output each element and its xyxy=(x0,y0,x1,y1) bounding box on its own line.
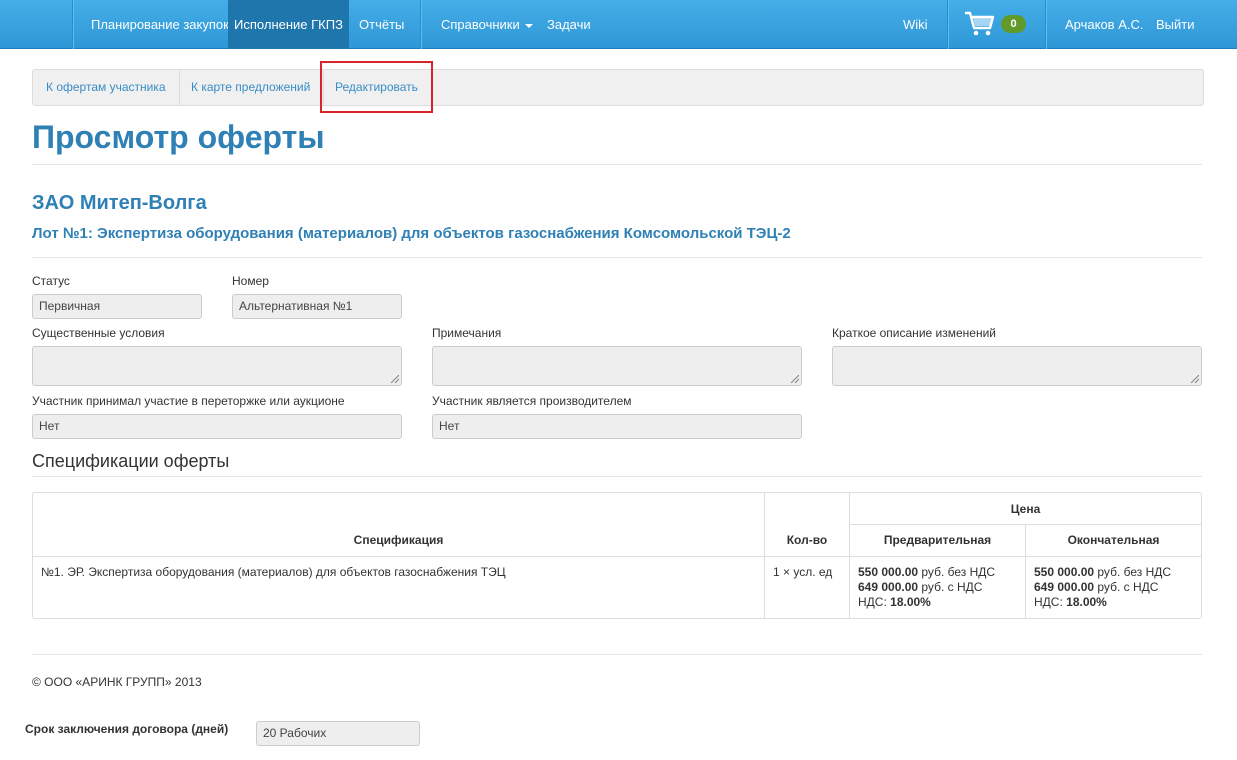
nav-divider xyxy=(1045,0,1046,49)
caret-down-icon xyxy=(524,23,533,28)
conditions-textarea[interactable] xyxy=(32,346,402,386)
cart-icon xyxy=(965,11,995,36)
auction-field[interactable]: Нет xyxy=(32,414,402,439)
preliminary-vat-label: НДС: xyxy=(858,595,891,609)
final-vat-label: НДС: xyxy=(1034,595,1067,609)
spec-section-title: Спецификации оферты xyxy=(32,451,230,471)
final-gross-amount: 649 000.00 xyxy=(1034,580,1095,594)
changes-textarea[interactable] xyxy=(832,346,1202,386)
spec-table: Спецификация Кол-во Цена Предварительная… xyxy=(32,492,1202,619)
col-header-qty: Кол-во xyxy=(786,533,828,547)
producer-label: Участник является производителем xyxy=(432,394,632,408)
number-field[interactable]: Альтернативная №1 xyxy=(232,294,402,319)
col-header-final: Окончательная xyxy=(1067,533,1160,547)
col-header-spec: Спецификация xyxy=(353,533,444,547)
col-header-preliminary: Предварительная xyxy=(883,533,992,547)
number-label: Номер xyxy=(232,274,269,288)
contract-term-label: Срок заключения договора (дней) xyxy=(25,722,229,736)
nav-divider xyxy=(947,0,948,49)
page-title: Просмотр оферты xyxy=(32,119,325,155)
divider xyxy=(32,164,1202,165)
notes-label: Примечания xyxy=(432,326,502,340)
table-grid-line xyxy=(33,556,1201,557)
nav-item-references-label: Справочники xyxy=(441,17,520,32)
producer-field[interactable]: Нет xyxy=(432,414,802,439)
final-price-cell: 550 000.00 руб. без НДС 649 000.00 руб. … xyxy=(1034,565,1199,610)
notes-textarea[interactable] xyxy=(432,346,802,386)
divider xyxy=(32,476,1202,477)
preliminary-gross-amount: 649 000.00 xyxy=(858,580,919,594)
status-label: Статус xyxy=(32,274,70,288)
cart-button[interactable] xyxy=(964,0,998,49)
preliminary-gross-suffix: руб. с НДС xyxy=(918,580,983,594)
top-navbar: Планирование закупок Исполнение ГКПЗ Отч… xyxy=(0,0,1237,49)
cart-count-badge: 0 xyxy=(1001,15,1026,33)
nav-divider xyxy=(420,0,421,49)
preliminary-net-amount: 550 000.00 xyxy=(858,565,919,579)
final-net-amount: 550 000.00 xyxy=(1034,565,1095,579)
status-field[interactable]: Первичная xyxy=(32,294,202,319)
logout-link[interactable]: Выйти xyxy=(1156,0,1195,49)
nav-item-tasks[interactable]: Задачи xyxy=(547,0,591,49)
divider xyxy=(32,257,1202,258)
footer-copyright: © ООО «АРИНК ГРУПП» 2013 xyxy=(32,675,202,689)
col-header-price: Цена xyxy=(1010,502,1041,516)
spec-cell: №1. ЭР. Экспертиза оборудования (материа… xyxy=(41,565,506,579)
changes-label: Краткое описание изменений xyxy=(832,326,996,340)
contract-term-field[interactable]: 20 Рабочих xyxy=(256,721,420,746)
nav-item-references-dropdown[interactable]: Справочники xyxy=(441,0,533,49)
auction-label: Участник принимал участие в переторжке и… xyxy=(32,394,345,408)
qty-cell: 1 × усл. ед xyxy=(773,565,833,579)
nav-item-wiki[interactable]: Wiki xyxy=(903,0,928,49)
nav-item-reports[interactable]: Отчёты xyxy=(359,0,404,49)
final-net-suffix: руб. без НДС xyxy=(1094,565,1172,579)
nav-item-planning[interactable]: Планирование закупок xyxy=(91,0,229,49)
resize-grip-icon[interactable] xyxy=(791,375,799,383)
final-gross-suffix: руб. с НДС xyxy=(1094,580,1159,594)
edit-highlight-frame xyxy=(320,61,433,113)
company-name: ЗАО Митеп-Волга xyxy=(32,192,207,214)
tab-back-to-participant-offers[interactable]: К офертам участника xyxy=(33,70,180,105)
conditions-label: Существенные условия xyxy=(32,326,165,340)
lot-title: Лот №1: Экспертиза оборудования (материа… xyxy=(32,225,791,242)
footer-divider xyxy=(32,654,1202,655)
tab-back-to-offers-map[interactable]: К карте предложений xyxy=(178,70,325,105)
resize-grip-icon[interactable] xyxy=(1191,375,1199,383)
final-vat-rate: 18.00% xyxy=(1066,595,1107,609)
preliminary-vat-rate: 18.00% xyxy=(890,595,931,609)
action-tabbar: К офертам участника К карте предложений … xyxy=(32,69,1204,106)
nav-item-execution[interactable]: Исполнение ГКПЗ xyxy=(228,0,349,49)
nav-divider xyxy=(72,0,73,49)
user-name-link[interactable]: Арчаков А.С. xyxy=(1065,0,1143,49)
preliminary-net-suffix: руб. без НДС xyxy=(918,565,996,579)
table-grid-line xyxy=(850,524,1201,525)
resize-grip-icon[interactable] xyxy=(391,375,399,383)
preliminary-price-cell: 550 000.00 руб. без НДС 649 000.00 руб. … xyxy=(858,565,1023,610)
